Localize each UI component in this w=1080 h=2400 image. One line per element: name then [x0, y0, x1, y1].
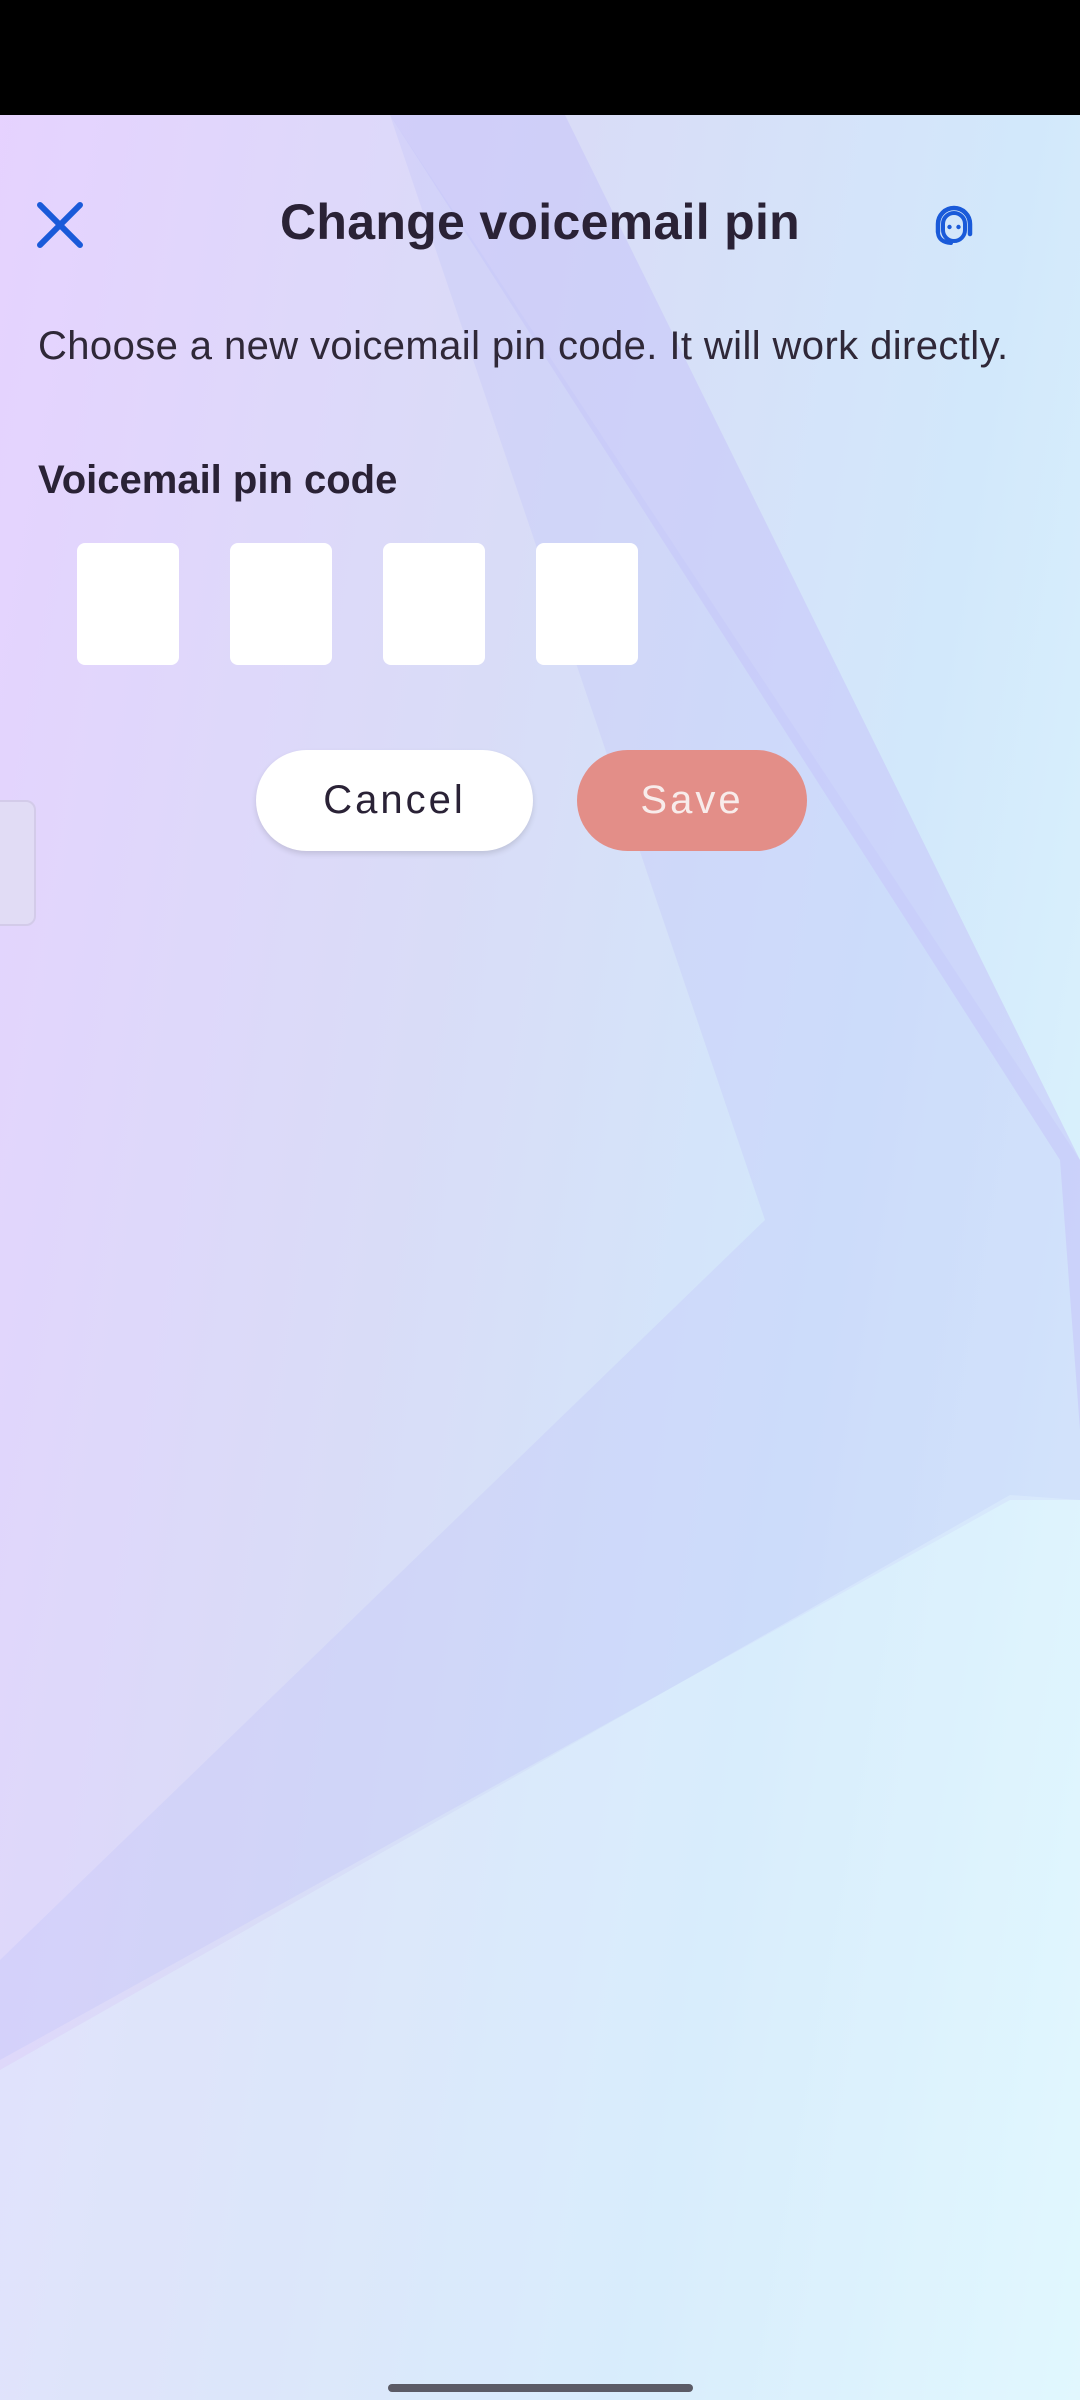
save-button[interactable]: Save — [577, 750, 807, 851]
header: Change voicemail pin — [0, 185, 1080, 265]
pin-digit-3[interactable] — [383, 543, 485, 665]
pin-digit-1[interactable] — [77, 543, 179, 665]
side-edge-handle[interactable] — [0, 800, 36, 926]
pin-digit-2[interactable] — [230, 543, 332, 665]
headset-support-icon — [935, 205, 973, 245]
pin-digit-4[interactable] — [536, 543, 638, 665]
pin-code-label: Voicemail pin code — [38, 458, 398, 502]
cancel-button[interactable]: Cancel — [256, 750, 533, 851]
page-title: Change voicemail pin — [279, 194, 800, 250]
home-indicator[interactable] — [388, 2384, 693, 2392]
support-button[interactable] — [924, 195, 984, 255]
description-text: Choose a new voicemail pin code. It will… — [38, 324, 1009, 368]
